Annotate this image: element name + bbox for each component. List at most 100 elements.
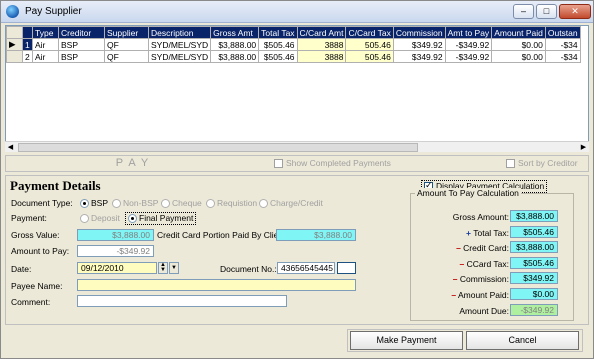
cell-outstanding[interactable]: -$34 [544,38,581,51]
show-completed-option[interactable]: Show Completed Payments [274,158,391,169]
calc-paid-text: Amount Paid: [457,290,509,300]
calc-due-label: Amount Due: [423,306,509,317]
scroll-left-icon[interactable]: ◀ [5,142,16,153]
radio-icon[interactable] [161,199,170,209]
document-type-label: Document Type: [11,198,73,208]
cell-commission[interactable]: $349.92 [392,50,446,63]
row-indicator: ▶ [6,38,23,51]
minus-icon: – [451,290,457,300]
col-header-cctax[interactable]: C/Card Tax [345,26,394,39]
scroll-right-icon[interactable]: ▶ [578,142,589,153]
cell-commission[interactable]: $349.92 [392,38,446,51]
sort-by-creditor-label: Sort by Creditor [518,158,578,168]
amount-calc-title: Amount To Pay Calculation [415,188,521,198]
cancel-button[interactable]: Cancel [466,331,579,350]
cell-ccamt[interactable]: 3888 [296,50,347,63]
doc-type-nonbsp-option[interactable]: Non-BSP [112,198,158,209]
cell-tax[interactable]: $505.46 [258,38,298,51]
calc-gross-text: Gross Amount: [452,212,509,222]
cell-creditor[interactable]: BSP [58,38,105,51]
close-button[interactable]: ✕ [559,4,591,19]
cell-cctax[interactable]: 505.46 [345,38,394,51]
gross-value-label: Gross Value: [11,230,60,240]
col-header-creditor[interactable]: Creditor [58,26,105,39]
cell-creditor[interactable]: BSP [58,50,105,63]
cell-ccamt[interactable]: 3888 [296,38,347,51]
comment-field[interactable] [77,295,287,307]
cell-outstanding[interactable]: -$34 [544,50,581,63]
cell-amttopay[interactable]: -$349.92 [444,38,493,51]
cell-supplier[interactable]: QF [104,38,149,51]
date-spinner[interactable]: ▲ ▼ [158,262,168,274]
cell-amttopay[interactable]: -$349.92 [444,50,493,63]
doc-type-requistion-option[interactable]: Requistion [206,198,257,209]
make-payment-button[interactable]: Make Payment [350,331,463,350]
cell-num[interactable]: 1 [22,38,33,51]
col-header-amttopay[interactable]: Amt to Pay [444,26,493,39]
doc-type-cheque-option[interactable]: Cheque [161,198,202,209]
col-header-paid[interactable]: Amount Paid [491,26,546,39]
cell-description[interactable]: SYD/MEL/SYD [147,38,212,51]
cell-supplier[interactable]: QF [104,50,149,63]
document-no-field[interactable]: 43656545445 [277,262,335,274]
minimize-button[interactable]: – [513,4,534,19]
col-header-num[interactable] [22,26,33,39]
cell-paid[interactable]: $0.00 [491,38,546,51]
radio-icon[interactable] [112,199,121,209]
doc-type-bsp-option[interactable]: BSP [80,198,108,209]
doc-type-charge-credit-option[interactable]: Charge/Credit [259,198,323,209]
payment-deposit-option[interactable]: Deposit [80,213,120,224]
pay-button[interactable]: PAY [6,156,264,171]
cell-num[interactable]: 2 [22,50,33,63]
col-header-ccamt[interactable]: C/Card Amt [296,26,347,39]
cell-type[interactable]: Air [32,38,59,51]
table-row[interactable]: 2 Air BSP QF SYD/MEL/SYD $3,888.00 $505.… [6,50,581,63]
horizontal-scrollbar[interactable]: ◀ ▶ [5,141,589,152]
col-header-gross[interactable]: Gross Amt [210,26,260,39]
scroll-thumb[interactable] [18,143,418,152]
calc-paid-label: – Amount Paid: [423,290,509,301]
col-header-supplier[interactable]: Supplier [104,26,149,39]
payee-name-field[interactable] [77,279,356,291]
calc-commission-label: – Commission: [423,274,509,285]
amount-to-pay-field[interactable]: -$349.92 [77,245,154,257]
table-row[interactable]: ▶ 1 Air BSP QF SYD/MEL/SYD $3,888.00 $50… [6,38,581,51]
col-header-tax[interactable]: Total Tax [258,26,298,39]
radio-icon[interactable] [80,199,89,209]
date-field[interactable]: 09/12/2010 [77,262,157,274]
cell-description[interactable]: SYD/MEL/SYD [147,50,212,63]
calc-commission-value: $349.92 [510,272,558,284]
maximize-button[interactable]: □ [536,4,557,19]
col-header-type[interactable]: Type [32,26,59,39]
cell-cctax[interactable]: 505.46 [345,50,394,63]
date-dropdown-icon[interactable]: ▼ [169,262,179,274]
calc-cc-label: – Credit Card: [423,243,509,254]
sort-by-creditor-option[interactable]: Sort by Creditor [506,158,578,169]
calc-tax-label: + Total Tax: [423,228,509,239]
cc-portion-field: $3,888.00 [276,229,356,241]
cc-portion-label: Credit Card Portion Paid By Client: [157,230,288,240]
radio-icon[interactable] [80,214,89,224]
gross-value-field: $3,888.00 [77,229,154,241]
cell-tax[interactable]: $505.46 [258,50,298,63]
sort-by-creditor-checkbox[interactable] [506,159,515,169]
col-header-outstanding[interactable]: Outstan [544,26,581,39]
supplier-grid[interactable]: Type Creditor Supplier Description Gross… [5,25,589,152]
row-indicator [6,50,23,63]
payment-final-option[interactable]: Final Payment [125,212,197,225]
radio-icon[interactable] [128,214,137,224]
amount-to-pay-label: Amount to Pay: [11,246,70,256]
date-label: Date: [11,264,32,274]
radio-icon[interactable] [259,199,268,209]
cell-paid[interactable]: $0.00 [491,50,546,63]
payee-name-label: Payee Name: [11,281,63,291]
cell-gross[interactable]: $3,888.00 [210,50,260,63]
col-header-commission[interactable]: Commission [392,26,446,39]
radio-icon[interactable] [206,199,215,209]
show-completed-checkbox[interactable] [274,159,283,169]
col-header-description[interactable]: Description [147,26,212,39]
cell-type[interactable]: Air [32,50,59,63]
calc-due-text: Amount Due: [459,306,509,316]
document-no-lookup-field[interactable] [337,262,356,274]
cell-gross[interactable]: $3,888.00 [210,38,260,51]
